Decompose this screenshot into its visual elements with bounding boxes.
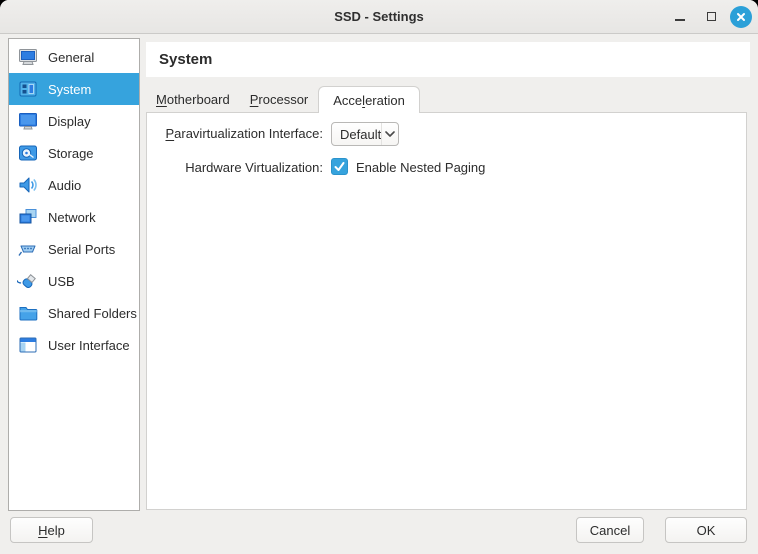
audio-icon (17, 174, 39, 196)
sidebar-item-label: User Interface (48, 338, 130, 353)
paravirtualization-select[interactable]: Default (331, 122, 399, 146)
sidebar-item-system[interactable]: System (9, 73, 139, 105)
shared-folders-icon (17, 302, 39, 324)
maximize-button[interactable] (699, 5, 723, 29)
sidebar-item-label: Storage (48, 146, 94, 161)
sidebar-item-label: Serial Ports (48, 242, 115, 257)
storage-icon (17, 142, 39, 164)
maximize-icon (707, 12, 716, 21)
sidebar-item-audio[interactable]: Audio (9, 169, 139, 201)
check-icon (333, 160, 346, 173)
sidebar-item-storage[interactable]: Storage (9, 137, 139, 169)
ok-button[interactable]: OK (665, 517, 747, 543)
page-title: System (146, 51, 212, 68)
close-button[interactable] (730, 6, 752, 28)
sidebar-item-user-interface[interactable]: User Interface (9, 329, 139, 361)
help-button[interactable]: Help (10, 517, 93, 543)
sidebar-item-network[interactable]: Network (9, 201, 139, 233)
sidebar-item-label: Display (48, 114, 91, 129)
sidebar-item-general[interactable]: General (9, 41, 139, 73)
page-header: System (146, 42, 750, 77)
acceleration-panel: Paravirtualization Interface: Default Ha… (146, 112, 747, 510)
general-icon (17, 46, 39, 68)
close-icon (736, 12, 746, 22)
hardware-virtualization-label: Hardware Virtualization: (147, 160, 323, 175)
tab-bar: Motherboard Processor Acceleration (146, 86, 420, 113)
sidebar-item-label: System (48, 82, 91, 97)
sidebar-item-label: Audio (48, 178, 81, 193)
user-interface-icon (17, 334, 39, 356)
tab-acceleration[interactable]: Acceleration (318, 86, 420, 113)
chevron-down-icon (381, 123, 398, 145)
network-icon (17, 206, 39, 228)
minimize-button[interactable] (668, 5, 692, 29)
settings-window: SSD - Settings General (0, 0, 758, 554)
sidebar-item-label: General (48, 50, 94, 65)
minimize-icon (675, 19, 685, 21)
serial-ports-icon (17, 238, 39, 260)
usb-icon (17, 270, 39, 292)
tab-processor[interactable]: Processor (240, 86, 319, 113)
paravirtualization-value: Default (332, 127, 381, 142)
paravirtualization-label: Paravirtualization Interface: (147, 126, 323, 141)
sidebar-item-label: Network (48, 210, 96, 225)
sidebar-item-label: USB (48, 274, 75, 289)
tab-motherboard[interactable]: Motherboard (146, 86, 240, 113)
display-icon (17, 110, 39, 132)
window-title: SSD - Settings (334, 9, 424, 24)
nested-paging-checkbox[interactable] (331, 158, 348, 175)
sidebar-item-shared-folders[interactable]: Shared Folders (9, 297, 139, 329)
titlebar: SSD - Settings (0, 0, 758, 34)
window-controls (668, 0, 752, 33)
sidebar-item-usb[interactable]: USB (9, 265, 139, 297)
cancel-button[interactable]: Cancel (576, 517, 644, 543)
system-icon (17, 78, 39, 100)
sidebar-item-serial-ports[interactable]: Serial Ports (9, 233, 139, 265)
sidebar-item-label: Shared Folders (48, 306, 137, 321)
nested-paging-label[interactable]: Enable Nested Paging (356, 160, 485, 175)
sidebar-item-display[interactable]: Display (9, 105, 139, 137)
sidebar: General System Display (8, 38, 140, 511)
